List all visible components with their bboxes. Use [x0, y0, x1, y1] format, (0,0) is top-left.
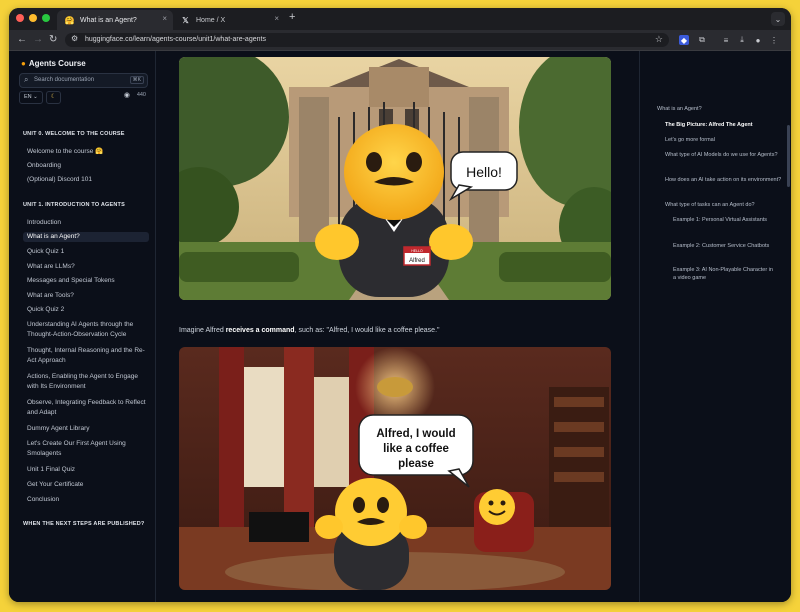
x-logo-icon: 𝕏 [182, 15, 189, 25]
browser-toolbar: ← → ↻ ⚙ huggingface.co/learn/agents-cour… [9, 30, 791, 51]
url-text: huggingface.co/learn/agents-course/unit1… [85, 36, 266, 43]
tab-strip: 🤗 What is an Agent? × 𝕏 Home / X × + ⌄ [9, 8, 791, 30]
sidebar-item-tools[interactable]: What are Tools? [27, 291, 147, 301]
article: HELLO Alfred Hello! Imagine Alfred recei… [156, 51, 639, 602]
speech-line-1: Alfred, I would [376, 428, 455, 440]
page-scrollbar[interactable] [787, 125, 790, 187]
address-bar[interactable]: ⚙ huggingface.co/learn/agents-course/uni… [65, 33, 669, 47]
tab-what-is-an-agent[interactable]: 🤗 What is an Agent? × [57, 10, 173, 30]
sidebar-item-onboarding[interactable]: Onboarding [27, 161, 147, 171]
unit0-heading: UNIT 0. WELCOME TO THE COURSE [23, 131, 125, 137]
course-brand[interactable]: ● Agents Course [21, 59, 86, 68]
sidebar-item-conclusion[interactable]: Conclusion [27, 495, 147, 505]
hugging-face-emoji-icon: 🤗 [64, 15, 75, 25]
new-tab-button[interactable]: + [289, 11, 295, 23]
alfred-hello-image: HELLO Alfred Hello! [179, 57, 611, 300]
site-info-icon[interactable]: ⚙ [71, 34, 78, 43]
badge-top-text: HELLO [411, 249, 423, 253]
sidebar-item-first-agent[interactable]: Let's Create Our First Agent Using Smola… [27, 439, 147, 459]
page-content: ● Agents Course ⌕ Search documentation ⌘K… [9, 51, 791, 602]
alfred-coffee-image: Alfred, I would like a coffee please [179, 347, 611, 590]
speech-line-3: please [398, 458, 434, 470]
brand-label: Agents Course [28, 59, 86, 68]
more-menu-icon[interactable]: ⋮ [769, 35, 779, 45]
sidebar-item-quick-quiz-2[interactable]: Quick Quiz 2 [27, 305, 147, 315]
tab-search-chevron-icon[interactable]: ⌄ [771, 12, 785, 26]
toc-item-ai-models[interactable]: What type of AI Models do we use for Age… [665, 151, 791, 159]
speech-hello: Hello! [466, 164, 502, 180]
toc-item-take-action[interactable]: How does an AI take action on its enviro… [665, 176, 791, 184]
search-placeholder: Search documentation [34, 77, 95, 83]
alfred-coffee-illustration: Alfred, I would like a coffee please [179, 347, 611, 590]
sidebar-item-quick-quiz-1[interactable]: Quick Quiz 1 [27, 247, 147, 257]
toc-item-example-3[interactable]: Example 3: AI Non-Playable Character in … [673, 266, 773, 282]
sidebar-item-what-is-an-agent[interactable]: What is an Agent? [23, 232, 149, 242]
puzzle-extensions-icon[interactable]: ⧉ [697, 35, 707, 45]
sidebar-item-tao-cycle[interactable]: Understanding AI Agents through the Thou… [27, 320, 147, 340]
extension-icon[interactable]: ◆ [679, 35, 689, 45]
bookmark-star-icon[interactable]: ☆ [655, 34, 663, 45]
search-icon: ⌕ [24, 75, 29, 84]
next-steps-heading: WHEN THE NEXT STEPS ARE PUBLISHED? [23, 521, 145, 527]
tab-title: Home / X [196, 16, 226, 24]
sidebar-item-react[interactable]: Thought, Internal Reasoning and the Re-A… [27, 346, 147, 366]
sidebar-item-llms[interactable]: What are LLMs? [27, 262, 147, 272]
profile-icon[interactable]: ● [753, 35, 763, 45]
tab-home-x[interactable]: 𝕏 Home / X × [173, 10, 285, 30]
sidebar-item-welcome[interactable]: Welcome to the course 🤗 [27, 147, 147, 157]
caption-text-2: , such as: "Alfred, I would like a coffe… [294, 327, 440, 334]
download-icon[interactable]: ⤓ [737, 35, 747, 45]
back-arrow-icon[interactable]: ← [17, 34, 27, 45]
alfred-hello-illustration: HELLO Alfred Hello! [179, 57, 611, 300]
unit1-heading: UNIT 1. INTRODUCTION TO AGENTS [23, 202, 125, 208]
github-icon[interactable]: ◉ [124, 91, 130, 99]
close-window-button[interactable] [16, 14, 24, 22]
sidebar-item-observe[interactable]: Observe, Integrating Feedback to Reflect… [27, 398, 147, 418]
sidebar-item-certificate[interactable]: Get Your Certificate [27, 480, 147, 490]
theme-toggle-moon-icon[interactable]: ☾ [46, 91, 61, 104]
docs-sidebar: ● Agents Course ⌕ Search documentation ⌘K… [9, 51, 156, 602]
caption-text-1: Imagine Alfred [179, 327, 226, 334]
search-input[interactable]: ⌕ Search documentation ⌘K [19, 73, 148, 88]
browser-window: 🤗 What is an Agent? × 𝕏 Home / X × + ⌄ ←… [9, 8, 791, 602]
toc-item-example-1[interactable]: Example 1: Personal Virtual Assistants [673, 216, 773, 224]
sidebar-item-actions[interactable]: Actions, Enabling the Agent to Engage wi… [27, 372, 147, 392]
minimize-window-button[interactable] [29, 14, 37, 22]
brand-dot-icon: ● [21, 59, 26, 68]
sidebar-controls: EN ⌄ ☾ ◉ 440 [19, 91, 146, 105]
sidebar-item-introduction[interactable]: Introduction [27, 218, 147, 228]
search-shortcut: ⌘K [129, 76, 144, 84]
article-paragraph: Imagine Alfred receives a command, such … [179, 327, 440, 334]
github-stars: 440 [136, 92, 146, 98]
table-of-contents: What is an Agent? The Big Picture: Alfre… [639, 51, 791, 602]
toc-item-big-picture[interactable]: The Big Picture: Alfred The Agent [665, 121, 791, 129]
close-tab-icon[interactable]: × [162, 14, 167, 23]
toc-item-tasks[interactable]: What type of tasks can an Agent do? [665, 201, 791, 209]
caption-bold: receives a command [225, 327, 295, 334]
sidebar-item-final-quiz[interactable]: Unit 1 Final Quiz [27, 465, 147, 475]
reload-icon[interactable]: ↻ [49, 34, 57, 45]
language-value: EN [24, 94, 32, 100]
sidebar-item-dummy-agent[interactable]: Dummy Agent Library [27, 424, 147, 434]
reading-list-icon[interactable]: ≡ [721, 35, 731, 45]
toc-item-formal[interactable]: Let's go more formal [665, 136, 791, 144]
forward-arrow-icon[interactable]: → [33, 34, 43, 45]
tab-title: What is an Agent? [80, 16, 137, 24]
toc-item-what-is-an-agent[interactable]: What is an Agent? [657, 105, 787, 113]
badge-name-text: Alfred [409, 258, 425, 264]
sidebar-item-discord[interactable]: (Optional) Discord 101 [27, 175, 147, 185]
speech-line-2: like a coffee [383, 443, 449, 455]
window-controls [16, 14, 50, 22]
language-select[interactable]: EN ⌄ [19, 91, 43, 104]
maximize-window-button[interactable] [42, 14, 50, 22]
sidebar-item-messages[interactable]: Messages and Special Tokens [27, 276, 147, 286]
close-tab-icon[interactable]: × [274, 14, 279, 23]
toc-item-example-2[interactable]: Example 2: Customer Service Chatbots [673, 242, 773, 250]
